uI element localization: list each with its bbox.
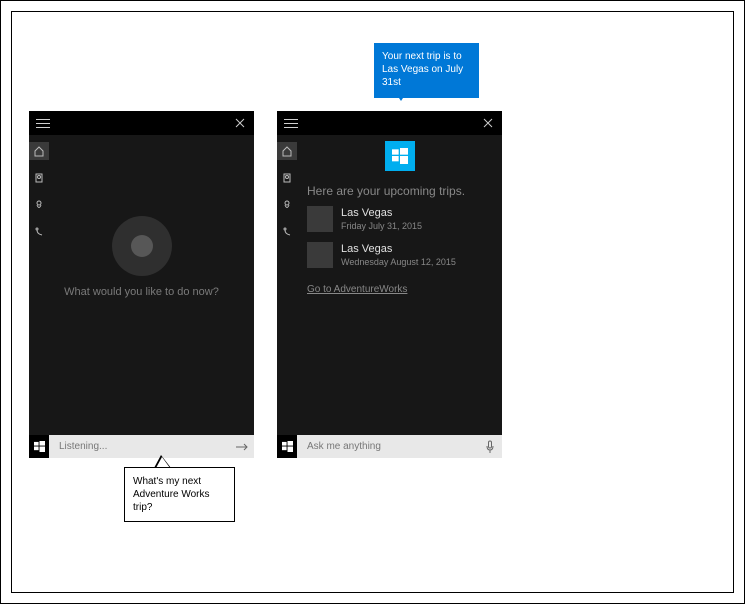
start-button[interactable] (29, 435, 49, 458)
microphone-icon[interactable] (478, 435, 502, 458)
submit-arrow-icon[interactable] (230, 435, 254, 458)
sidebar-item-places[interactable] (277, 196, 297, 214)
user-speech-callout: What's my next Adventure Works trip? (124, 467, 235, 522)
trip-thumbnail (307, 242, 333, 268)
hamburger-icon[interactable] (281, 111, 301, 135)
trip-destination: Las Vegas (341, 207, 422, 219)
results-heading: Here are your upcoming trips. (297, 184, 502, 198)
cortana-panel-listening: What would you like to do now? Listening… (29, 111, 254, 458)
results-content: Here are your upcoming trips. Las Vegas … (297, 135, 502, 435)
user-speech-text: What's my next Adventure Works trip? (133, 476, 210, 513)
trip-thumbnail (307, 206, 333, 232)
search-bar: Ask me anything (277, 435, 502, 458)
trip-item[interactable]: Las Vegas Friday July 31, 2015 (297, 198, 502, 234)
sidebar-item-places[interactable] (29, 196, 49, 214)
trip-item[interactable]: Las Vegas Wednesday August 12, 2015 (297, 234, 502, 270)
app-deep-link[interactable]: Go to AdventureWorks (307, 284, 502, 295)
search-input[interactable]: Ask me anything (297, 441, 478, 452)
titlebar (29, 111, 254, 135)
sidebar-item-notebook[interactable] (277, 169, 297, 187)
sidebar-item-home[interactable] (29, 142, 49, 160)
sidebar-item-home[interactable] (277, 142, 297, 160)
trip-destination: Las Vegas (341, 243, 456, 255)
search-input[interactable]: Listening... (49, 441, 230, 452)
hamburger-icon[interactable] (33, 111, 53, 135)
close-button[interactable] (232, 115, 248, 131)
start-button[interactable] (277, 435, 297, 458)
titlebar (277, 111, 502, 135)
sidebar-item-notebook[interactable] (29, 169, 49, 187)
search-bar: Listening... (29, 435, 254, 458)
trip-date: Friday July 31, 2015 (341, 221, 422, 231)
close-button[interactable] (480, 115, 496, 131)
sidebar-item-feedback[interactable] (277, 223, 297, 241)
app-tile-icon (385, 141, 415, 171)
trip-date: Wednesday August 12, 2015 (341, 257, 456, 267)
voice-response-text: Your next trip is to Las Vegas on July 3… (382, 51, 463, 88)
voice-response-callout-tail (393, 89, 409, 101)
cortana-avatar (29, 216, 254, 276)
sidebar (277, 135, 297, 241)
cortana-prompt-text: What would you like to do now? (29, 286, 254, 298)
cortana-panel-results: Here are your upcoming trips. Las Vegas … (277, 111, 502, 458)
voice-response-callout: Your next trip is to Las Vegas on July 3… (374, 43, 479, 98)
